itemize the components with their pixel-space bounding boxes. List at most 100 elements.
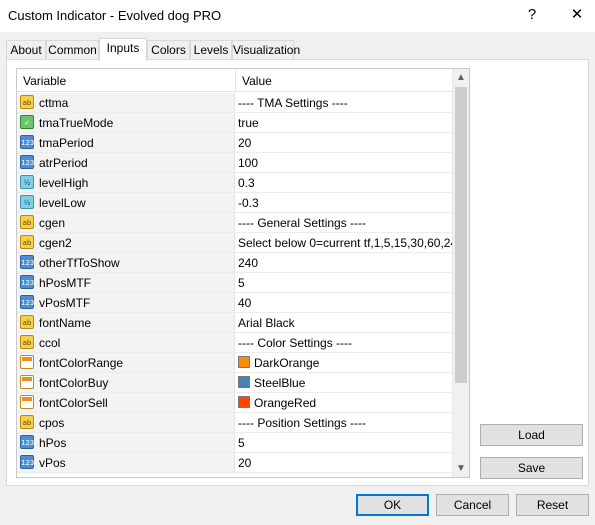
close-button[interactable]: ✕ xyxy=(563,4,591,28)
table-row[interactable]: ab ccol ---- Color Settings ---- xyxy=(17,333,453,353)
variable-cell[interactable]: ab ccol xyxy=(17,333,235,352)
table-row[interactable]: fontColorBuy SteelBlue xyxy=(17,373,453,393)
variable-cell[interactable]: fontColorSell xyxy=(17,393,235,412)
table-row[interactable]: 123 hPos 5 xyxy=(17,433,453,453)
value-cell[interactable]: ---- General Settings ---- xyxy=(236,213,453,232)
tab-common[interactable]: Common xyxy=(46,40,99,60)
value-cell[interactable]: true xyxy=(236,113,453,132)
table-row[interactable]: ✓ tmaTrueMode true xyxy=(17,113,453,133)
table-row[interactable]: fontColorSell OrangeRed xyxy=(17,393,453,413)
variable-cell[interactable]: 123 vPos xyxy=(17,453,235,472)
variable-name: atrPeriod xyxy=(39,156,88,170)
value-cell[interactable]: 5 xyxy=(236,433,453,452)
table-row[interactable]: 123 otherTfToShow 240 xyxy=(17,253,453,273)
table-row[interactable]: ½ levelLow -0.3 xyxy=(17,193,453,213)
tab-levels[interactable]: Levels xyxy=(190,40,232,60)
value-cell[interactable]: ---- Position Settings ---- xyxy=(236,413,453,432)
scroll-up-icon[interactable]: ▲ xyxy=(453,69,469,86)
value-cell[interactable]: 20 xyxy=(236,453,453,472)
value-cell[interactable]: 5 xyxy=(236,273,453,292)
table-row[interactable]: ab cttma ---- TMA Settings ---- xyxy=(17,93,453,113)
value-cell[interactable]: 240 xyxy=(236,253,453,272)
value-cell[interactable]: 40 xyxy=(236,293,453,312)
variable-cell[interactable]: ½ levelLow xyxy=(17,193,235,212)
header-value[interactable]: Value xyxy=(242,74,272,88)
value-cell[interactable]: 20 xyxy=(236,133,453,152)
variable-cell[interactable]: 123 atrPeriod xyxy=(17,153,235,172)
value-cell[interactable]: Arial Black xyxy=(236,313,453,332)
scroll-down-icon[interactable]: ▼ xyxy=(453,460,469,477)
reset-button[interactable]: Reset xyxy=(516,494,589,516)
variable-cell[interactable]: 123 hPosMTF xyxy=(17,273,235,292)
variable-cell[interactable]: ab cttma xyxy=(17,93,235,112)
variable-name: fontColorSell xyxy=(39,396,108,410)
color-swatch[interactable] xyxy=(238,376,250,388)
integer-type-icon: 123 xyxy=(20,155,34,169)
tab-visualization[interactable]: Visualization xyxy=(232,40,300,60)
variable-cell[interactable]: 123 hPos xyxy=(17,433,235,452)
table-row[interactable]: fontColorRange DarkOrange xyxy=(17,353,453,373)
vertical-scrollbar[interactable]: ▲ ▼ xyxy=(452,69,469,477)
scroll-thumb[interactable] xyxy=(455,87,467,383)
tab-about[interactable]: About xyxy=(6,40,46,60)
variable-cell[interactable]: ✓ tmaTrueMode xyxy=(17,113,235,132)
value-cell[interactable]: OrangeRed xyxy=(236,393,453,412)
double-type-icon: ½ xyxy=(20,175,34,189)
variable-name: cgen xyxy=(39,216,66,230)
variable-cell[interactable]: 123 vPosMTF xyxy=(17,293,235,312)
color-swatch[interactable] xyxy=(238,396,250,408)
value-cell[interactable]: 0.3 xyxy=(236,173,453,192)
value-cell[interactable]: 100 xyxy=(236,153,453,172)
table-row[interactable]: 123 vPos 20 xyxy=(17,453,453,473)
table-row[interactable]: 123 atrPeriod 100 xyxy=(17,153,453,173)
value-cell[interactable]: ---- TMA Settings ---- xyxy=(236,93,453,112)
tab-colors[interactable]: Colors xyxy=(147,40,190,60)
color-swatch[interactable] xyxy=(238,356,250,368)
load-button[interactable]: Load xyxy=(480,424,583,446)
value-cell[interactable]: Select below 0=current tf,1,5,15,30,60,2… xyxy=(236,233,453,252)
table-row[interactable]: ab cgen ---- General Settings ---- xyxy=(17,213,453,233)
value-cell[interactable]: SteelBlue xyxy=(236,373,453,392)
help-button[interactable]: ? xyxy=(518,4,546,28)
table-row[interactable]: ab cgen2 Select below 0=current tf,1,5,15,… xyxy=(17,233,453,253)
header-variable[interactable]: Variable xyxy=(23,74,66,88)
variable-name: tmaPeriod xyxy=(39,136,94,150)
inputs-grid: Variable Value ab cttma ---- TMA Settings … xyxy=(16,68,470,478)
table-row[interactable]: ab fontName Arial Black xyxy=(17,313,453,333)
table-row[interactable]: ab cpos ---- Position Settings ---- xyxy=(17,413,453,433)
table-row[interactable]: ½ levelHigh 0.3 xyxy=(17,173,453,193)
ok-button[interactable]: OK xyxy=(356,494,429,516)
integer-type-icon: 123 xyxy=(20,275,34,289)
value-cell[interactable]: DarkOrange xyxy=(236,353,453,372)
save-button[interactable]: Save xyxy=(480,457,583,479)
table-row[interactable]: 123 vPosMTF 40 xyxy=(17,293,453,313)
variable-cell[interactable]: 123 tmaPeriod xyxy=(17,133,235,152)
variable-name: hPosMTF xyxy=(39,276,92,290)
variable-cell[interactable]: 123 otherTfToShow xyxy=(17,253,235,272)
variable-cell[interactable]: fontColorBuy xyxy=(17,373,235,392)
value-cell[interactable]: ---- Color Settings ---- xyxy=(236,333,453,352)
string-type-icon: ab xyxy=(20,315,34,329)
variable-name: levelLow xyxy=(39,196,86,210)
tab-inputs[interactable]: Inputs xyxy=(99,38,147,61)
table-row[interactable]: 123 hPosMTF 5 xyxy=(17,273,453,293)
variable-cell[interactable]: ab cgen xyxy=(17,213,235,232)
integer-type-icon: 123 xyxy=(20,255,34,269)
string-type-icon: ab xyxy=(20,335,34,349)
integer-type-icon: 123 xyxy=(20,295,34,309)
value-text: ---- TMA Settings ---- xyxy=(238,96,348,110)
cancel-button[interactable]: Cancel xyxy=(436,494,509,516)
color-type-icon xyxy=(20,375,34,389)
variable-cell[interactable]: ab cgen2 xyxy=(17,233,235,252)
variable-name: vPosMTF xyxy=(39,296,91,310)
variable-cell[interactable]: ½ levelHigh xyxy=(17,173,235,192)
variable-name: fontColorBuy xyxy=(39,376,109,390)
table-row[interactable]: 123 tmaPeriod 20 xyxy=(17,133,453,153)
variable-cell[interactable]: ab fontName xyxy=(17,313,235,332)
header-divider[interactable] xyxy=(235,69,236,92)
double-type-icon: ½ xyxy=(20,195,34,209)
variable-cell[interactable]: fontColorRange xyxy=(17,353,235,372)
value-cell[interactable]: -0.3 xyxy=(236,193,453,212)
variable-cell[interactable]: ab cpos xyxy=(17,413,235,432)
value-text: 20 xyxy=(238,456,252,470)
